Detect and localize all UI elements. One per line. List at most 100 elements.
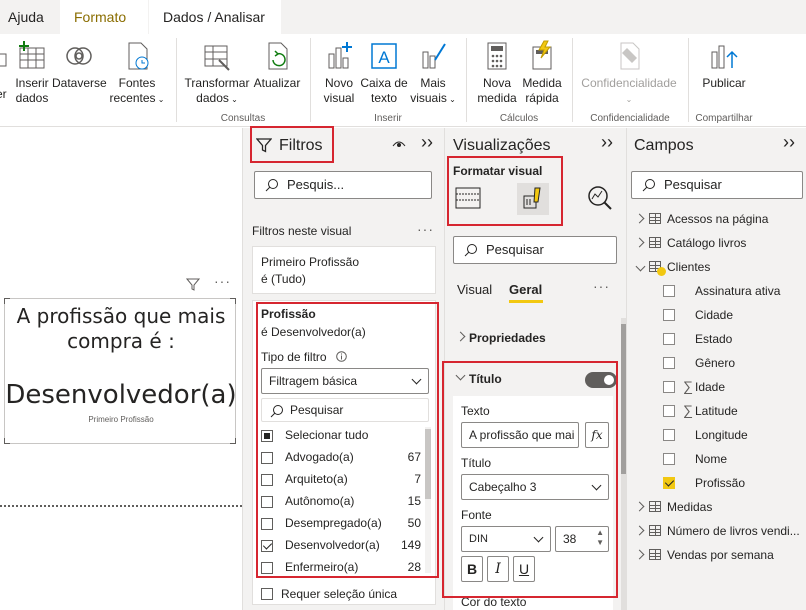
chevron-right-icon[interactable] xyxy=(634,549,645,560)
field-name: Gênero xyxy=(695,356,736,370)
highlight-box xyxy=(447,156,563,226)
table-item[interactable]: Catálogo livros xyxy=(634,234,803,256)
partial-ribbon-button[interactable]: er xyxy=(0,40,10,102)
field-checkbox[interactable] xyxy=(663,285,675,297)
table-name: Acessos na página xyxy=(667,212,769,226)
ribbon: er Inserirdados Dataverse Fontesrecentes… xyxy=(0,34,806,127)
visualizations-title: Visualizações xyxy=(453,137,551,154)
card-visual[interactable]: A profissão que mais compra é : Desenvol… xyxy=(4,298,237,444)
tab-ajuda[interactable]: Ajuda xyxy=(8,0,44,34)
fontes-recentes-button[interactable]: Fontes recentes ⌄ xyxy=(108,40,166,107)
group-consultas: Consultas xyxy=(220,113,266,124)
group-confidencialidade: Confidencialidade xyxy=(590,113,670,124)
tab-visual[interactable]: Visual xyxy=(457,282,492,297)
require-single-selection[interactable]: Requer seleção única xyxy=(261,587,439,605)
quick-measure-icon xyxy=(532,40,552,70)
dataverse-button[interactable]: Dataverse xyxy=(52,40,107,91)
field-name: Profissão xyxy=(695,476,746,490)
field-name: Assinatura ativa xyxy=(695,284,781,298)
tab-formato[interactable]: Formato xyxy=(60,0,148,34)
field-checkbox[interactable] xyxy=(663,357,675,369)
filter-card-field: Primeiro Profissão xyxy=(261,255,360,269)
fields-pane: Campos ›› Pesquisar Acessos na página Cat… xyxy=(626,128,806,610)
chevron-down-icon[interactable] xyxy=(635,261,646,272)
field-item[interactable]: Assinatura ativa xyxy=(663,282,803,304)
collapse-icon[interactable]: ›› xyxy=(421,132,433,153)
filter-icon[interactable] xyxy=(186,277,200,291)
more-options-icon[interactable]: ··· xyxy=(593,278,610,294)
fields-title: Campos xyxy=(634,137,694,154)
chevron-right-icon[interactable] xyxy=(634,237,645,248)
chevron-right-icon xyxy=(455,331,466,342)
field-checkbox[interactable] xyxy=(663,309,675,321)
table-name: Medidas xyxy=(667,500,713,514)
search-icon xyxy=(642,179,655,192)
more-options-icon[interactable]: ··· xyxy=(417,221,434,237)
sensitivity-label-icon xyxy=(620,42,640,70)
field-item[interactable]: Gênero xyxy=(663,354,803,376)
resize-handle[interactable] xyxy=(230,438,236,444)
card-value: Desenvolvedor(a) xyxy=(5,380,237,410)
table-item[interactable]: Acessos na página xyxy=(634,210,803,232)
table-name: Clientes xyxy=(667,260,711,274)
field-checkbox[interactable] xyxy=(663,477,675,489)
field-checkbox[interactable] xyxy=(663,429,675,441)
transform-data-icon xyxy=(204,45,230,71)
collapse-icon[interactable]: ›› xyxy=(601,132,613,153)
confidencialidade-button[interactable]: Confidencialidade ⌄ xyxy=(578,40,680,107)
eye-icon[interactable] xyxy=(392,138,406,150)
recent-sources-icon xyxy=(128,42,149,70)
collapse-icon[interactable]: ›› xyxy=(783,132,795,153)
field-checkbox[interactable] xyxy=(663,381,675,393)
tab-geral[interactable]: Geral xyxy=(509,282,542,297)
chevron-right-icon[interactable] xyxy=(634,525,645,536)
more-options-icon[interactable]: ··· xyxy=(214,273,231,289)
transformar-dados-button[interactable]: Transformar dados ⌄ xyxy=(184,40,250,107)
tab-dados-analisar[interactable]: Dados / Analisar xyxy=(149,0,281,34)
card-title: A profissão que mais compra é : xyxy=(16,304,226,353)
chevron-right-icon[interactable] xyxy=(634,213,645,224)
in-use-indicator-icon xyxy=(657,267,666,276)
table-icon xyxy=(649,525,661,536)
field-item[interactable]: Profissão xyxy=(663,474,803,496)
highlight-box xyxy=(250,126,334,163)
fields-search-input[interactable]: Pesquisar xyxy=(631,171,803,199)
sigma-icon: ∑ xyxy=(683,378,693,394)
caixa-de-texto-button[interactable]: A Caixa de texto xyxy=(360,40,408,106)
visualizations-search-input[interactable]: Pesquisar xyxy=(453,236,617,264)
mais-visuais-button[interactable]: Mais visuais ⌄ xyxy=(410,40,456,107)
analytics-icon[interactable] xyxy=(587,185,613,211)
table-item[interactable]: Vendas por semana xyxy=(634,546,803,568)
table-item[interactable]: Clientes xyxy=(635,258,803,280)
field-item[interactable]: Longitude xyxy=(663,426,803,448)
novo-visual-button[interactable]: Novo visual xyxy=(318,40,360,106)
filter-card-primeiro-profissao[interactable]: Primeiro Profissão é (Tudo) xyxy=(252,246,436,294)
field-checkbox[interactable] xyxy=(663,333,675,345)
medida-rapida-button[interactable]: Medida rápida xyxy=(520,40,564,106)
more-visuals-icon xyxy=(422,43,446,69)
refresh-icon xyxy=(268,42,288,70)
filters-search-input[interactable]: Pesquis... xyxy=(254,171,432,199)
ribbon-separator xyxy=(176,38,177,122)
field-item[interactable]: Estado xyxy=(663,330,803,352)
atualizar-button[interactable]: Atualizar xyxy=(252,40,302,91)
resize-handle[interactable] xyxy=(4,438,10,444)
field-checkbox[interactable] xyxy=(663,405,675,417)
table-name: Número de livros vendi... xyxy=(667,524,800,538)
inserir-dados-button[interactable]: Inserir dados xyxy=(12,40,52,106)
chevron-right-icon[interactable] xyxy=(634,501,645,512)
calculator-icon xyxy=(487,42,507,70)
field-item[interactable]: Nome xyxy=(663,450,803,472)
table-item[interactable]: Medidas xyxy=(634,498,803,520)
nova-medida-button[interactable]: Nova medida xyxy=(474,40,520,106)
table-name: Vendas por semana xyxy=(667,548,774,562)
new-visual-icon xyxy=(328,42,352,69)
field-item[interactable]: ∑ Idade xyxy=(663,378,803,400)
field-checkbox[interactable] xyxy=(663,453,675,465)
propriedades-section[interactable]: Propriedades xyxy=(453,323,617,353)
require-single-checkbox[interactable] xyxy=(261,588,273,600)
field-item[interactable]: Cidade xyxy=(663,306,803,328)
table-item[interactable]: Número de livros vendi... xyxy=(634,522,803,544)
publicar-button[interactable]: Publicar xyxy=(698,40,750,91)
field-item[interactable]: ∑ Latitude xyxy=(663,402,803,424)
